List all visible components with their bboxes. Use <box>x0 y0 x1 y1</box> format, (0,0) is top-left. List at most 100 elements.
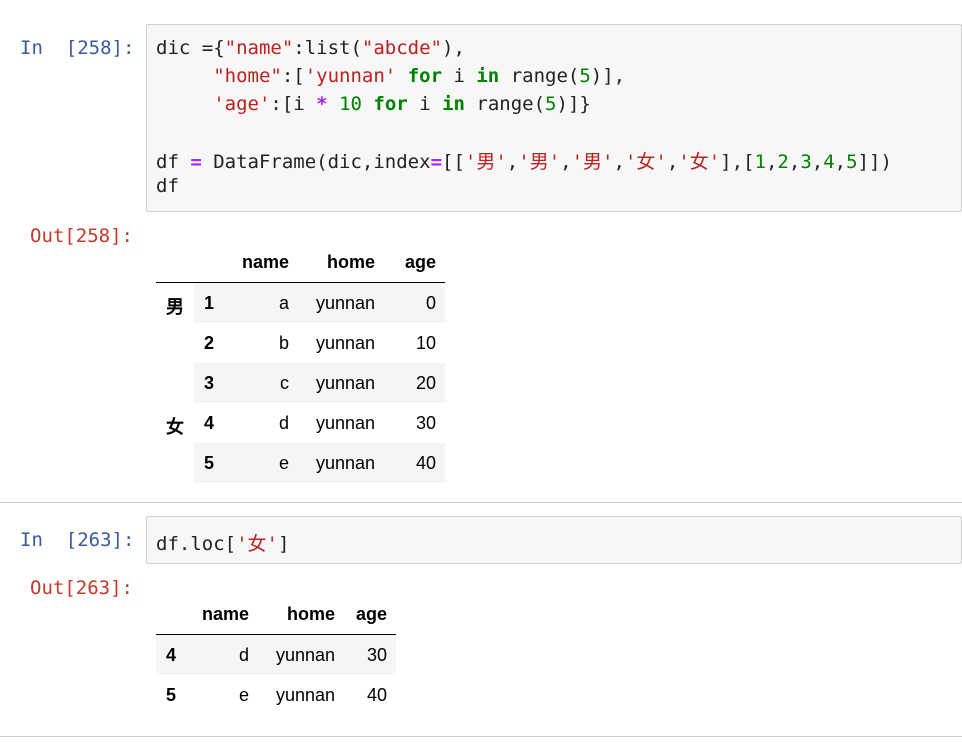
table-row: 5 e yunnan 40 <box>156 443 445 483</box>
code-token: '女' <box>678 151 721 173</box>
code-token: , <box>765 151 778 173</box>
code-token: = <box>430 151 443 173</box>
code-token: , <box>506 151 519 173</box>
index-header-level1 <box>194 242 234 283</box>
index-label: 4 <box>156 634 196 675</box>
code-line-1: df.loc['女'] <box>156 529 289 556</box>
code-token: 1 <box>754 151 766 173</box>
column-header-name: name <box>196 594 249 635</box>
cell-home: yunnan <box>289 363 375 403</box>
cell-age: 40 <box>366 684 387 705</box>
code-token: , <box>613 151 625 173</box>
cell-2-output-prompt: Out[263]: <box>30 577 133 599</box>
code-line-2: "home":['yunnan' for i in range(5)], <box>156 65 625 87</box>
cell-age: 30 <box>415 412 436 433</box>
code-token: ] <box>277 533 290 555</box>
column-header-name: name <box>234 242 289 283</box>
cell-name: a <box>234 282 289 323</box>
code-token: 5 <box>545 93 557 115</box>
index-label: 2 <box>204 332 215 353</box>
cell-home: yunnan <box>289 282 375 323</box>
code-token: :[i <box>270 93 317 115</box>
cell-separator <box>0 502 962 503</box>
code-line-3: 'age':[i * 10 for i in range(5)]} <box>156 93 591 115</box>
code-line-1: dic ={"name":list("abcde"), <box>156 37 465 59</box>
code-token: , <box>811 151 824 173</box>
code-token: range( <box>464 93 546 115</box>
table-row: 女 4 d yunnan 30 <box>156 403 445 483</box>
code-token: , <box>666 151 679 173</box>
code-token: ]]) <box>857 151 892 173</box>
index-label: 3 <box>194 363 234 403</box>
code-token: DataFrame(dic,index <box>201 151 431 173</box>
cell-home: yunnan <box>315 332 375 353</box>
cell-name: c <box>234 363 289 403</box>
code-token: '男' <box>464 151 507 173</box>
code-token: 'age' <box>213 93 271 115</box>
table-header-row: name home age <box>156 594 396 635</box>
code-token: for <box>407 65 443 87</box>
code-token: ), <box>442 37 465 59</box>
code-token: :[ <box>281 65 305 87</box>
table-header-row: name home age <box>156 242 445 283</box>
code-token: 4 <box>823 151 835 173</box>
code-token: '男' <box>518 151 561 173</box>
table-row: 男 1 a yunnan 0 <box>156 282 445 403</box>
code-token: :list( <box>293 37 362 59</box>
cell-name: e <box>238 684 249 705</box>
cell-2-input-prompt: In [263]: <box>20 529 135 551</box>
cell-1-output-prompt: Out[258]: <box>30 225 133 247</box>
code-token: dic ={ <box>156 37 225 59</box>
code-token: = <box>190 151 202 173</box>
code-token: "abcde" <box>361 37 442 59</box>
table-row: 5 e yunnan 40 <box>156 675 396 715</box>
code-token: )], <box>590 65 626 87</box>
table-row: 3 c yunnan 20 <box>156 363 445 403</box>
index-header <box>156 594 196 635</box>
code-token: 5 <box>579 65 591 87</box>
code-token: for <box>373 93 408 115</box>
cell-2-code-editor[interactable]: df.loc['女'] <box>146 516 962 564</box>
cell-home: yunnan <box>275 684 335 705</box>
cell-home: yunnan <box>315 412 375 433</box>
code-token: range( <box>499 65 580 87</box>
index-label: 5 <box>194 443 234 483</box>
dataframe-output-2: name home age 4 d yunnan 30 5 e yunnan 4… <box>156 594 396 715</box>
cell-age: 40 <box>375 443 445 483</box>
code-line-6: df <box>156 175 179 197</box>
code-token: , <box>788 151 801 173</box>
index-level0-label: 男 <box>156 282 194 403</box>
code-token: , <box>560 151 572 173</box>
cell-1-code-editor[interactable]: dic ={"name":list("abcde"), "home":['yun… <box>146 24 962 212</box>
cell-name: b <box>278 332 289 353</box>
code-token: * <box>316 93 328 115</box>
column-header-age: age <box>375 242 445 283</box>
cell-home: yunnan <box>289 443 375 483</box>
index-label: 4 <box>204 412 215 433</box>
code-token: in <box>442 93 465 115</box>
cell-age: 0 <box>375 282 445 323</box>
cell-1-input-prompt: In [258]: <box>20 37 135 59</box>
cell-name: d <box>278 412 289 433</box>
cell-name: e <box>234 443 289 483</box>
code-token: 3 <box>800 151 812 173</box>
code-token: df <box>156 175 179 197</box>
cell-home: yunnan <box>249 634 335 675</box>
code-token: )]} <box>556 93 591 115</box>
column-header-home: home <box>249 594 335 635</box>
code-token: "home" <box>213 65 282 87</box>
index-label: 5 <box>166 684 177 705</box>
cell-separator <box>0 736 962 737</box>
cell-name: d <box>196 634 249 675</box>
code-token: 2 <box>777 151 789 173</box>
code-token: '男' <box>571 151 614 173</box>
code-token: ],[ <box>720 151 755 173</box>
code-line-5: df = DataFrame(dic,index=[['男','男','男','… <box>156 147 892 174</box>
index-level0-label: 女 <box>156 403 194 483</box>
code-token: df.loc[ <box>156 533 237 555</box>
table-row: 2 b yunnan 10 <box>156 323 445 363</box>
